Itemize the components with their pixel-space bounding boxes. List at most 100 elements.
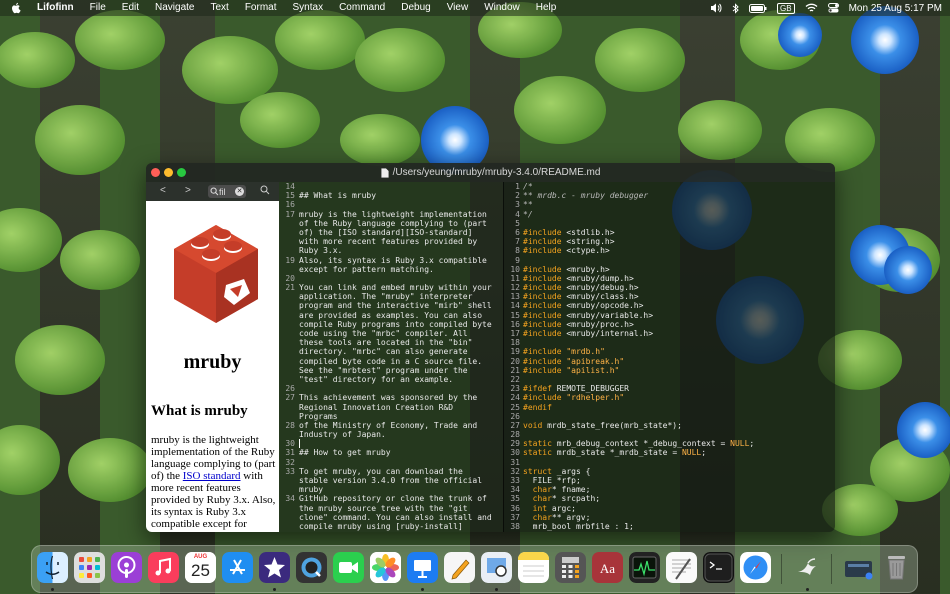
c-source-text[interactable]: /* ** mrdb.c - mruby debugger ** */ #include… (523, 182, 833, 531)
c-line[interactable]: #include <mruby/class.h> (523, 292, 833, 301)
c-line[interactable]: */ (523, 210, 833, 219)
markdown-line[interactable]: mruby is the lightweight implementation (299, 210, 499, 219)
menu-app-name[interactable]: Lifofinn (33, 0, 82, 16)
menu-help[interactable]: Help (528, 0, 565, 16)
c-editor-pane[interactable]: 1 2 3 4 5 6 7 8 9 10 11 12 13 14 15 16 17 18 19 20 21 22 23 24 2… (503, 182, 835, 532)
markdown-line[interactable]: compile mruby using [ruby-install] (299, 522, 499, 531)
markdown-line[interactable]: To get mruby, you can download the (299, 467, 499, 476)
markdown-line[interactable]: are provided as examples. You can also (299, 311, 499, 320)
c-line[interactable]: ** (523, 200, 833, 209)
dock-podcasts[interactable] (111, 552, 142, 583)
markdown-line[interactable] (299, 384, 499, 393)
menu-view[interactable]: View (439, 0, 477, 16)
zoom-window-button[interactable] (177, 168, 186, 177)
c-line[interactable]: char* srcpath; (523, 494, 833, 503)
markdown-line[interactable]: of) the [ISO standard][ISO-standard] (299, 228, 499, 237)
markdown-line[interactable] (299, 458, 499, 467)
markdown-line[interactable]: with more recent features provided by (299, 237, 499, 246)
bluetooth-icon[interactable] (732, 2, 739, 14)
c-line[interactable] (523, 430, 833, 439)
markdown-line[interactable]: mruby (299, 485, 499, 494)
c-line[interactable]: #include <mruby/debug.h> (523, 283, 833, 292)
c-line[interactable]: char* fname; (523, 485, 833, 494)
markdown-line[interactable]: the mruby source tree with the "git (299, 504, 499, 513)
dock-quicktime[interactable] (296, 552, 327, 583)
c-line[interactable]: mrb_bool mrbfile : 1; (523, 522, 833, 531)
c-line[interactable]: struct _args { (523, 467, 833, 476)
preview-forward-button[interactable]: > (185, 185, 191, 196)
markdown-line[interactable] (299, 182, 499, 191)
markdown-line[interactable]: Regional Innovation Creation R&D (299, 403, 499, 412)
menu-syntax[interactable]: Syntax (285, 0, 332, 16)
markdown-line[interactable]: these tools are located in the "bin" (299, 338, 499, 347)
c-line[interactable]: #include <string.h> (523, 237, 833, 246)
markdown-line[interactable]: stable version 3.4.0 from the official (299, 476, 499, 485)
markdown-editor-pane[interactable]: 14 15 16 17 19 20 21 26 27 28 30 31 32 33 34 ## What i… (279, 182, 501, 532)
c-line[interactable]: #include "apibreak.h" (523, 357, 833, 366)
menu-window[interactable]: Window (476, 0, 528, 16)
menu-bar-clock[interactable]: Mon 25 Aug 5:17 PM (849, 3, 942, 14)
dock-calculator[interactable] (555, 552, 586, 583)
c-line[interactable]: #include "mrdb.h" (523, 347, 833, 356)
c-line[interactable] (523, 338, 833, 347)
markdown-line[interactable]: This achievement was sponsored by the (299, 393, 499, 402)
dock-trash[interactable] (881, 552, 912, 583)
dock-safari[interactable] (740, 552, 771, 583)
c-line[interactable]: #include <mruby/proc.h> (523, 320, 833, 329)
clear-search-icon[interactable]: ✕ (235, 187, 244, 196)
markdown-line[interactable]: directory. "mrbc" can also generate (299, 347, 499, 356)
menu-file[interactable]: File (82, 0, 114, 16)
dock-downloads-stack[interactable] (843, 552, 874, 583)
menu-debug[interactable]: Debug (393, 0, 438, 16)
c-line[interactable]: /* (523, 182, 833, 191)
markdown-line[interactable]: (https://github.com/postmodern/ruby- (299, 531, 499, 532)
dock-facetime[interactable] (333, 552, 364, 583)
markdown-line[interactable]: except for pattern matching. (299, 265, 499, 274)
preview-back-button[interactable]: < (160, 185, 166, 196)
c-line[interactable]: #include <stdlib.h> (523, 228, 833, 237)
c-line[interactable]: #include "rdhelper.h" (523, 393, 833, 402)
markdown-line[interactable]: Programs (299, 412, 499, 421)
markdown-line[interactable]: You can link and embed mruby within your (299, 283, 499, 292)
markdown-preview-pane[interactable]: mruby What is mruby mruby is the lightwe… (146, 201, 279, 532)
markdown-line[interactable]: ## What is mruby (299, 191, 499, 200)
c-line[interactable]: #include <ctype.h> (523, 246, 833, 255)
markdown-line[interactable]: Also, its syntax is Ruby 3.x compatible (299, 256, 499, 265)
apple-menu-icon[interactable] (11, 2, 23, 14)
c-line[interactable] (523, 412, 833, 421)
dock-preview[interactable] (481, 552, 512, 583)
c-line[interactable]: static mrb_debug_context *_debug_context… (523, 439, 833, 448)
c-line[interactable]: #include <mruby/internal.h> (523, 329, 833, 338)
c-line[interactable]: char** argv; (523, 513, 833, 522)
battery-icon[interactable] (749, 3, 767, 13)
dock-imovie[interactable] (259, 552, 290, 583)
c-line[interactable]: #include <mruby.h> (523, 265, 833, 274)
c-line[interactable] (523, 256, 833, 265)
markdown-line[interactable]: application. The "mruby" interpreter (299, 292, 499, 301)
iso-standard-link[interactable]: ISO standard (183, 470, 241, 482)
c-line[interactable]: #include <mruby/variable.h> (523, 311, 833, 320)
dock-pencil-app[interactable] (444, 552, 475, 583)
markdown-line[interactable]: program and the interactive "mirb" shell (299, 301, 499, 310)
markdown-line[interactable] (299, 439, 499, 449)
preview-search-button[interactable] (260, 185, 270, 198)
dock-lifofinn[interactable] (792, 552, 823, 583)
preview-find-field[interactable]: fil ✕ (208, 185, 246, 198)
menu-edit[interactable]: Edit (114, 0, 147, 16)
markdown-line[interactable]: clone" command. You can also install and (299, 513, 499, 522)
control-center-icon[interactable] (827, 3, 839, 13)
close-window-button[interactable] (151, 168, 160, 177)
menu-navigate[interactable]: Navigate (147, 0, 202, 16)
dock-keynote[interactable] (407, 552, 438, 583)
markdown-line[interactable]: of the Ministry of Economy, Trade and (299, 421, 499, 430)
menu-format[interactable]: Format (237, 0, 285, 16)
dock-photos[interactable] (370, 552, 401, 583)
dock-notes[interactable] (518, 552, 549, 583)
markdown-source-text[interactable]: ## What is mruby mruby is the lightweight… (299, 182, 499, 532)
c-line[interactable]: #endif (523, 403, 833, 412)
c-line[interactable] (523, 458, 833, 467)
dock-dictionary[interactable]: Aa (592, 552, 623, 583)
keyboard-layout-indicator[interactable]: GB (777, 2, 795, 14)
wifi-icon[interactable] (805, 3, 818, 13)
c-line[interactable]: static mrdb_state *_mrdb_state = NULL; (523, 448, 833, 457)
